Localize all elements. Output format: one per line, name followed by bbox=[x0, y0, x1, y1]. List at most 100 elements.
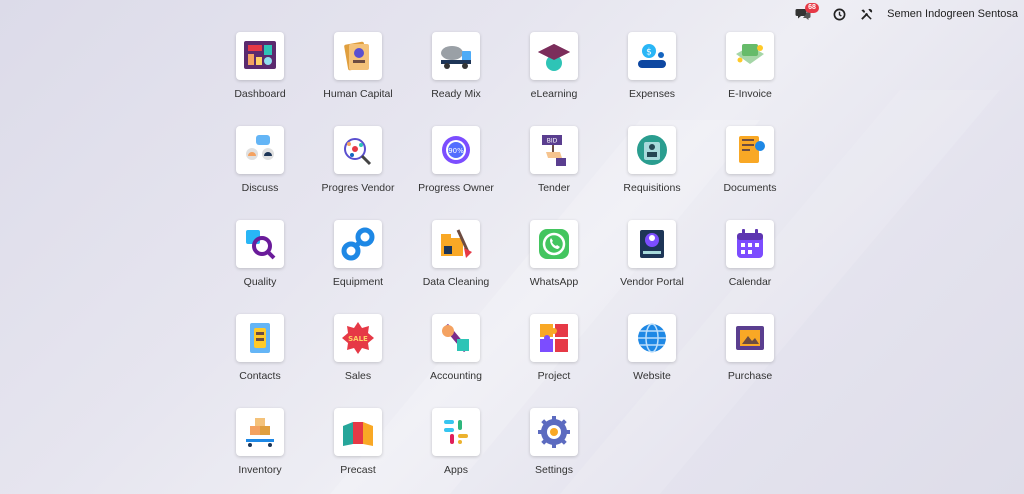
company-switcher[interactable]: Semen Indogreen Sentosa bbox=[887, 8, 1018, 20]
data-cleaning-icon bbox=[441, 229, 472, 258]
app-label: Settings bbox=[535, 464, 573, 476]
app-icon-box bbox=[236, 32, 284, 80]
app-icon-box bbox=[334, 408, 382, 456]
app-label: eLearning bbox=[530, 88, 578, 100]
app-tile-sales[interactable]: SALE Sales bbox=[309, 314, 407, 390]
app-tile-accounting[interactable]: Accounting bbox=[407, 314, 505, 390]
app-icon-box bbox=[726, 126, 774, 174]
website-globe-icon bbox=[638, 323, 666, 353]
progress-owner-icon: 90% bbox=[442, 136, 470, 164]
app-tile-progres-vendor[interactable]: Progres Vendor bbox=[309, 126, 407, 202]
app-icon-box bbox=[628, 314, 676, 362]
debug-tools-button[interactable] bbox=[860, 8, 873, 21]
app-label: Sales bbox=[344, 370, 372, 382]
app-icon-box bbox=[726, 32, 774, 80]
app-label: Discuss bbox=[241, 182, 279, 194]
app-tile-ready-mix[interactable]: Ready Mix bbox=[407, 32, 505, 108]
company-name: Semen Indogreen Sentosa bbox=[887, 8, 1018, 20]
app-label: Inventory bbox=[238, 464, 282, 476]
svg-text:SALE: SALE bbox=[348, 335, 368, 343]
app-label: Purchase bbox=[727, 370, 773, 382]
purchase-icon bbox=[736, 326, 764, 350]
project-puzzle-icon bbox=[540, 324, 568, 352]
app-tile-equipment[interactable]: Equipment bbox=[309, 220, 407, 296]
human-capital-icon bbox=[344, 41, 369, 71]
app-label: Contacts bbox=[239, 370, 281, 382]
app-tile-elearning[interactable]: eLearning bbox=[505, 32, 603, 108]
app-icon-box bbox=[236, 126, 284, 174]
quality-icon bbox=[246, 230, 276, 260]
documents-icon bbox=[739, 136, 765, 163]
app-icon-box bbox=[530, 408, 578, 456]
app-grid: Dashboard Human Capital Ready Mix eLearning… bbox=[211, 32, 811, 492]
app-tile-contacts[interactable]: Contacts bbox=[211, 314, 309, 390]
app-label: Vendor Portal bbox=[620, 276, 684, 288]
app-label: Quality bbox=[243, 276, 277, 288]
app-label: Project bbox=[537, 370, 571, 382]
top-bar: 68 Semen Indogreen Sentosa bbox=[795, 3, 1024, 24]
app-tile-dashboard[interactable]: Dashboard bbox=[211, 32, 309, 108]
app-label: Equipment bbox=[332, 276, 384, 288]
activity-button[interactable] bbox=[833, 8, 846, 21]
expenses-icon: $ bbox=[638, 44, 666, 68]
app-tile-project[interactable]: Project bbox=[505, 314, 603, 390]
app-label: Tender bbox=[537, 182, 571, 194]
app-tile-calendar[interactable]: Calendar bbox=[701, 220, 799, 296]
app-tile-requisitions[interactable]: Requisitions bbox=[603, 126, 701, 202]
app-label: Expenses bbox=[628, 88, 676, 100]
graduation-cap-icon bbox=[538, 44, 570, 71]
app-label: Apps bbox=[444, 464, 468, 476]
app-tile-progress-owner[interactable]: 90% Progress Owner bbox=[407, 126, 505, 202]
app-tile-data-cleaning[interactable]: Data Cleaning bbox=[407, 220, 505, 296]
app-label: E-Invoice bbox=[728, 88, 772, 100]
app-label: WhatsApp bbox=[529, 276, 579, 288]
app-icon-box bbox=[726, 220, 774, 268]
tender-bid-icon: BID bbox=[542, 135, 566, 166]
app-tile-discuss[interactable]: Discuss bbox=[211, 126, 309, 202]
app-label: Accounting bbox=[430, 370, 482, 382]
vendor-portal-icon bbox=[640, 230, 664, 258]
app-icon-box bbox=[432, 32, 480, 80]
app-label: Precast bbox=[340, 464, 376, 476]
requisitions-icon bbox=[637, 135, 667, 165]
app-label: Website bbox=[633, 370, 671, 382]
svg-text:$: $ bbox=[646, 48, 652, 58]
dashboard-icon bbox=[244, 41, 276, 69]
app-tile-vendor-portal[interactable]: Vendor Portal bbox=[603, 220, 701, 296]
app-tile-precast[interactable]: Precast bbox=[309, 408, 407, 484]
app-icon-box bbox=[530, 32, 578, 80]
app-tile-human-capital[interactable]: Human Capital bbox=[309, 32, 407, 108]
svg-text:BID: BID bbox=[547, 138, 558, 145]
app-icon-box bbox=[530, 314, 578, 362]
app-tile-whatsapp[interactable]: WhatsApp bbox=[505, 220, 603, 296]
app-tile-purchase[interactable]: Purchase bbox=[701, 314, 799, 390]
messages-button[interactable]: 68 bbox=[795, 3, 819, 21]
calendar-icon bbox=[737, 229, 763, 258]
app-tile-tender[interactable]: BID Tender bbox=[505, 126, 603, 202]
app-tile-inventory[interactable]: Inventory bbox=[211, 408, 309, 484]
app-tile-expenses[interactable]: $ Expenses bbox=[603, 32, 701, 108]
app-icon-box bbox=[530, 220, 578, 268]
app-tile-e-invoice[interactable]: E-Invoice bbox=[701, 32, 799, 108]
app-icon-box bbox=[432, 408, 480, 456]
inventory-icon bbox=[246, 418, 274, 447]
app-tile-documents[interactable]: Documents bbox=[701, 126, 799, 202]
app-icon-box bbox=[236, 408, 284, 456]
clock-icon bbox=[833, 8, 846, 20]
app-icon-box bbox=[432, 220, 480, 268]
app-icon-box: SALE bbox=[334, 314, 382, 362]
sales-icon: SALE bbox=[342, 322, 374, 354]
app-icon-box bbox=[628, 220, 676, 268]
app-icon-box bbox=[334, 220, 382, 268]
precast-icon bbox=[343, 422, 373, 446]
settings-gear-icon bbox=[538, 416, 570, 448]
app-label: Requisitions bbox=[623, 182, 681, 194]
progress-vendor-icon bbox=[344, 138, 372, 166]
app-tile-quality[interactable]: Quality bbox=[211, 220, 309, 296]
app-tile-apps[interactable]: Apps bbox=[407, 408, 505, 484]
equipment-icon bbox=[341, 227, 375, 261]
app-tile-settings[interactable]: Settings bbox=[505, 408, 603, 484]
app-label: Dashboard bbox=[234, 88, 286, 100]
app-tile-website[interactable]: Website bbox=[603, 314, 701, 390]
app-label: Progress Owner bbox=[418, 182, 494, 194]
